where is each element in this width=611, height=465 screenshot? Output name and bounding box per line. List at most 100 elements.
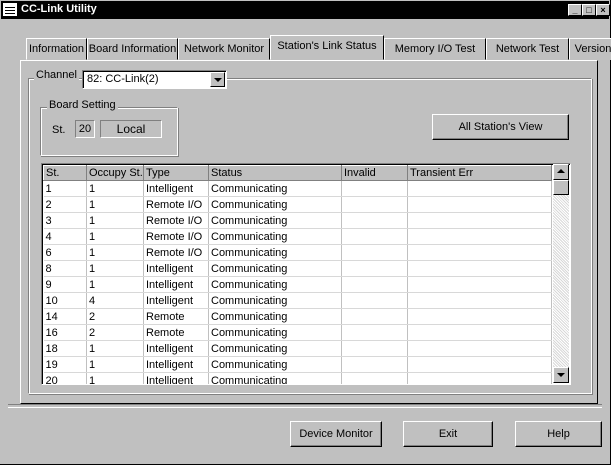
table-cell	[341, 276, 408, 293]
table-row[interactable]: 10 4 Intelligent Communicating	[43, 292, 552, 309]
table-cell: 2	[86, 324, 144, 341]
all-stations-view-button[interactable]: All Station's View	[432, 114, 569, 140]
maximize-icon: □	[586, 5, 592, 15]
column-header-status[interactable]: Status	[208, 165, 342, 181]
table-cell: Communicating	[208, 276, 342, 293]
table-cell	[407, 244, 552, 261]
station-table: St. Occupy St. Type Status Invalid Trans…	[43, 165, 552, 384]
table-row[interactable]: 8 1 Intelligent Communicating	[43, 260, 552, 277]
table-cell: Intelligent	[143, 340, 209, 357]
table-cell: 1	[86, 228, 144, 245]
table-row[interactable]: 19 1 Intelligent Communicating	[43, 356, 552, 373]
scroll-down-button[interactable]	[553, 367, 569, 383]
station-mode: Local	[100, 120, 162, 138]
table-cell	[341, 340, 408, 357]
table-cell	[341, 292, 408, 309]
table-row[interactable]: 20 1 Intelligent Communicating	[43, 372, 552, 384]
help-button[interactable]: Help	[515, 421, 602, 447]
table-cell: Intelligent	[143, 372, 209, 384]
table-row[interactable]: 9 1 Intelligent Communicating	[43, 276, 552, 293]
close-button[interactable]: ×	[596, 4, 610, 16]
scroll-up-button[interactable]	[553, 164, 569, 180]
table-cell: 1	[86, 276, 144, 293]
table-row[interactable]: 14 2 Remote Communicating	[43, 308, 552, 325]
table-cell: 4	[86, 292, 144, 309]
table-cell: 14	[43, 308, 87, 325]
table-cell: Intelligent	[143, 260, 209, 277]
table-cell: 1	[86, 244, 144, 261]
table-row[interactable]: 1 1 Intelligent Communicating	[43, 180, 552, 197]
exit-button[interactable]: Exit	[403, 421, 493, 447]
table-cell: Remote I/O	[143, 196, 209, 213]
table-cell	[407, 292, 552, 309]
table-cell	[407, 260, 552, 277]
table-cell: Remote I/O	[143, 212, 209, 229]
table-cell: Communicating	[208, 212, 342, 229]
scroll-thumb[interactable]	[553, 180, 569, 195]
channel-select[interactable]: 82: CC-Link(2)	[82, 70, 227, 89]
table-cell: 1	[43, 180, 87, 197]
table-row[interactable]: 6 1 Remote I/O Communicating	[43, 244, 552, 261]
table-cell: 18	[43, 340, 87, 357]
channel-value: 82: CC-Link(2)	[87, 73, 159, 85]
column-header-type[interactable]: Type	[143, 165, 209, 181]
table-row[interactable]: 4 1 Remote I/O Communicating	[43, 228, 552, 245]
table-cell: Remote	[143, 324, 209, 341]
tab-stations-link-status[interactable]: Station's Link Status	[270, 35, 384, 60]
table-cell: 1	[86, 356, 144, 373]
table-cell	[407, 324, 552, 341]
app-icon[interactable]	[3, 3, 17, 16]
table-cell: 16	[43, 324, 87, 341]
minimize-button[interactable]: _	[568, 4, 582, 16]
table-cell: 20	[43, 372, 87, 384]
tab-memory-io-test[interactable]: Memory I/O Test	[384, 38, 486, 60]
tab-network-test[interactable]: Network Test	[486, 38, 569, 60]
table-cell	[341, 372, 408, 384]
chevron-down-icon	[214, 78, 222, 82]
column-header-invalid[interactable]: Invalid	[341, 165, 408, 181]
table-cell: Communicating	[208, 324, 342, 341]
table-cell: Communicating	[208, 292, 342, 309]
table-cell	[341, 244, 408, 261]
column-header-station[interactable]: St.	[43, 165, 87, 181]
channel-dropdown-button[interactable]	[210, 72, 225, 87]
table-cell	[341, 228, 408, 245]
table-cell: Intelligent	[143, 356, 209, 373]
tab-board-information[interactable]: Board Information	[87, 38, 178, 60]
title-bar[interactable]: CC-Link Utility _ □ ×	[1, 1, 610, 19]
table-cell	[407, 180, 552, 197]
table-cell	[407, 196, 552, 213]
table-cell: 2	[43, 196, 87, 213]
table-cell	[341, 180, 408, 197]
column-header-transient-err[interactable]: Transient Err	[407, 165, 552, 181]
maximize-button[interactable]: □	[582, 4, 596, 16]
column-header-occupy[interactable]: Occupy St.	[86, 165, 144, 181]
table-cell: Communicating	[208, 340, 342, 357]
table-cell	[407, 228, 552, 245]
station-number: 20	[75, 120, 95, 138]
table-cell: Remote I/O	[143, 228, 209, 245]
table-row[interactable]: 16 2 Remote Communicating	[43, 324, 552, 341]
station-status-list[interactable]: St. Occupy St. Type Status Invalid Trans…	[41, 163, 571, 385]
table-cell: 1	[86, 212, 144, 229]
table-row[interactable]: 2 1 Remote I/O Communicating	[43, 196, 552, 213]
separator-line	[8, 404, 602, 408]
table-cell	[407, 340, 552, 357]
table-cell: 6	[43, 244, 87, 261]
table-row[interactable]: 3 1 Remote I/O Communicating	[43, 212, 552, 229]
tab-information[interactable]: Information	[26, 38, 87, 60]
list-scrollbar[interactable]	[553, 164, 569, 383]
table-cell: 1	[86, 260, 144, 277]
table-cell: 1	[86, 196, 144, 213]
table-row[interactable]: 18 1 Intelligent Communicating	[43, 340, 552, 357]
device-monitor-button[interactable]: Device Monitor	[290, 421, 382, 447]
table-cell: Intelligent	[143, 292, 209, 309]
table-cell: Intelligent	[143, 276, 209, 293]
table-cell: Remote	[143, 308, 209, 325]
tab-network-monitor[interactable]: Network Monitor	[178, 38, 270, 60]
table-cell: 1	[86, 372, 144, 384]
close-icon: ×	[600, 5, 606, 15]
table-cell	[407, 212, 552, 229]
table-cell: Remote I/O	[143, 244, 209, 261]
tab-version[interactable]: Version	[569, 38, 611, 60]
